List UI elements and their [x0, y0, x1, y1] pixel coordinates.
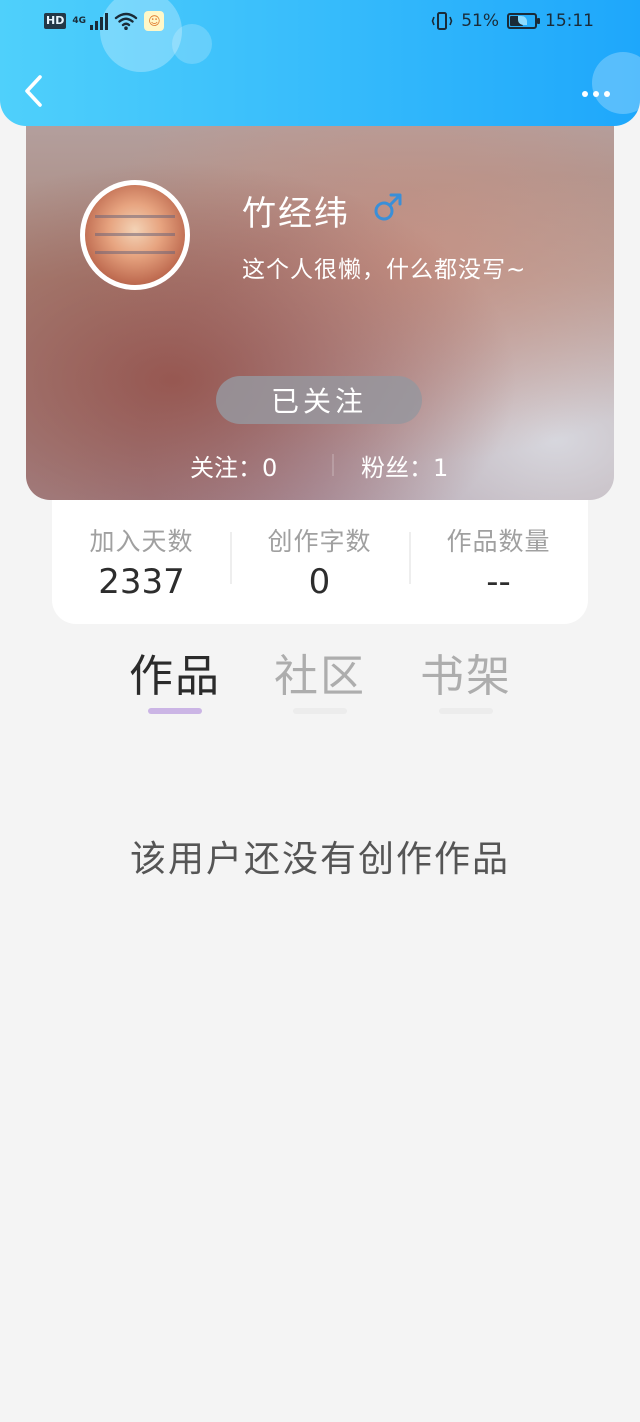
profile-card: 竹经纬 这个人很懒，什么都没写~ 已关注 关注：0 粉丝：1 [26, 100, 614, 500]
empty-state-message: 该用户还没有创作作品 [129, 839, 510, 880]
male-gender-icon [374, 193, 402, 221]
stat-works-count: 作品数量 -- [409, 500, 588, 624]
tab-works[interactable]: 作品 [115, 640, 235, 720]
app-notification-icon: ☺ [144, 11, 165, 31]
more-button[interactable] [576, 80, 616, 108]
profile-page: 竹经纬 这个人很懒，什么都没写~ 已关注 关注：0 粉丝：1 HD 4G ☺ 5… [0, 0, 640, 1422]
stat-label: 创作字数 [267, 527, 372, 556]
follow-stats: 关注：0 粉丝：1 [26, 444, 614, 484]
signal-icon [90, 12, 109, 30]
back-button[interactable] [14, 66, 54, 116]
vibrate-icon [431, 12, 453, 30]
stat-join-days: 加入天数 2337 [52, 500, 231, 624]
more-dots-icon [582, 91, 588, 97]
stat-word-count: 创作字数 0 [230, 500, 409, 624]
tab-indicator [439, 708, 493, 714]
tab-label: 社区 [274, 651, 366, 702]
stat-value: -- [486, 562, 511, 602]
tab-label: 书架 [420, 651, 512, 702]
tab-indicator [148, 708, 202, 714]
user-bio: 这个人很懒，什么都没写~ [242, 257, 527, 283]
following-button[interactable]: 已关注 [216, 376, 422, 424]
tab-indicator [293, 708, 347, 714]
chevron-left-icon [25, 75, 42, 107]
hd-badge: HD [44, 13, 67, 29]
stats-panel: 加入天数 2337 创作字数 0 作品数量 -- [52, 500, 588, 624]
battery-percent: 51% [461, 11, 499, 31]
wifi-icon [115, 12, 138, 30]
avatar[interactable] [80, 180, 190, 290]
content-tabs: 作品 社区 书架 [0, 630, 640, 720]
following-count[interactable]: 关注：0 [190, 448, 277, 483]
stat-label: 加入天数 [89, 527, 194, 556]
avatar-image [85, 185, 185, 285]
user-name: 竹经纬 [242, 194, 350, 234]
tab-bookshelf[interactable]: 书架 [406, 640, 526, 720]
stat-label: 作品数量 [446, 527, 551, 556]
stat-value: 0 [308, 562, 331, 602]
status-bar: HD 4G ☺ 51% 15:11 [0, 0, 640, 44]
stats-divider [332, 454, 334, 476]
clock: 15:11 [545, 11, 594, 31]
network-type: 4G [72, 15, 86, 26]
stat-value: 2337 [98, 562, 185, 602]
fans-count[interactable]: 粉丝：1 [361, 448, 448, 483]
tab-label: 作品 [129, 651, 221, 702]
battery-icon [507, 13, 540, 29]
header-bar: HD 4G ☺ 51% 15:11 [0, 0, 640, 126]
tab-community[interactable]: 社区 [260, 640, 380, 720]
